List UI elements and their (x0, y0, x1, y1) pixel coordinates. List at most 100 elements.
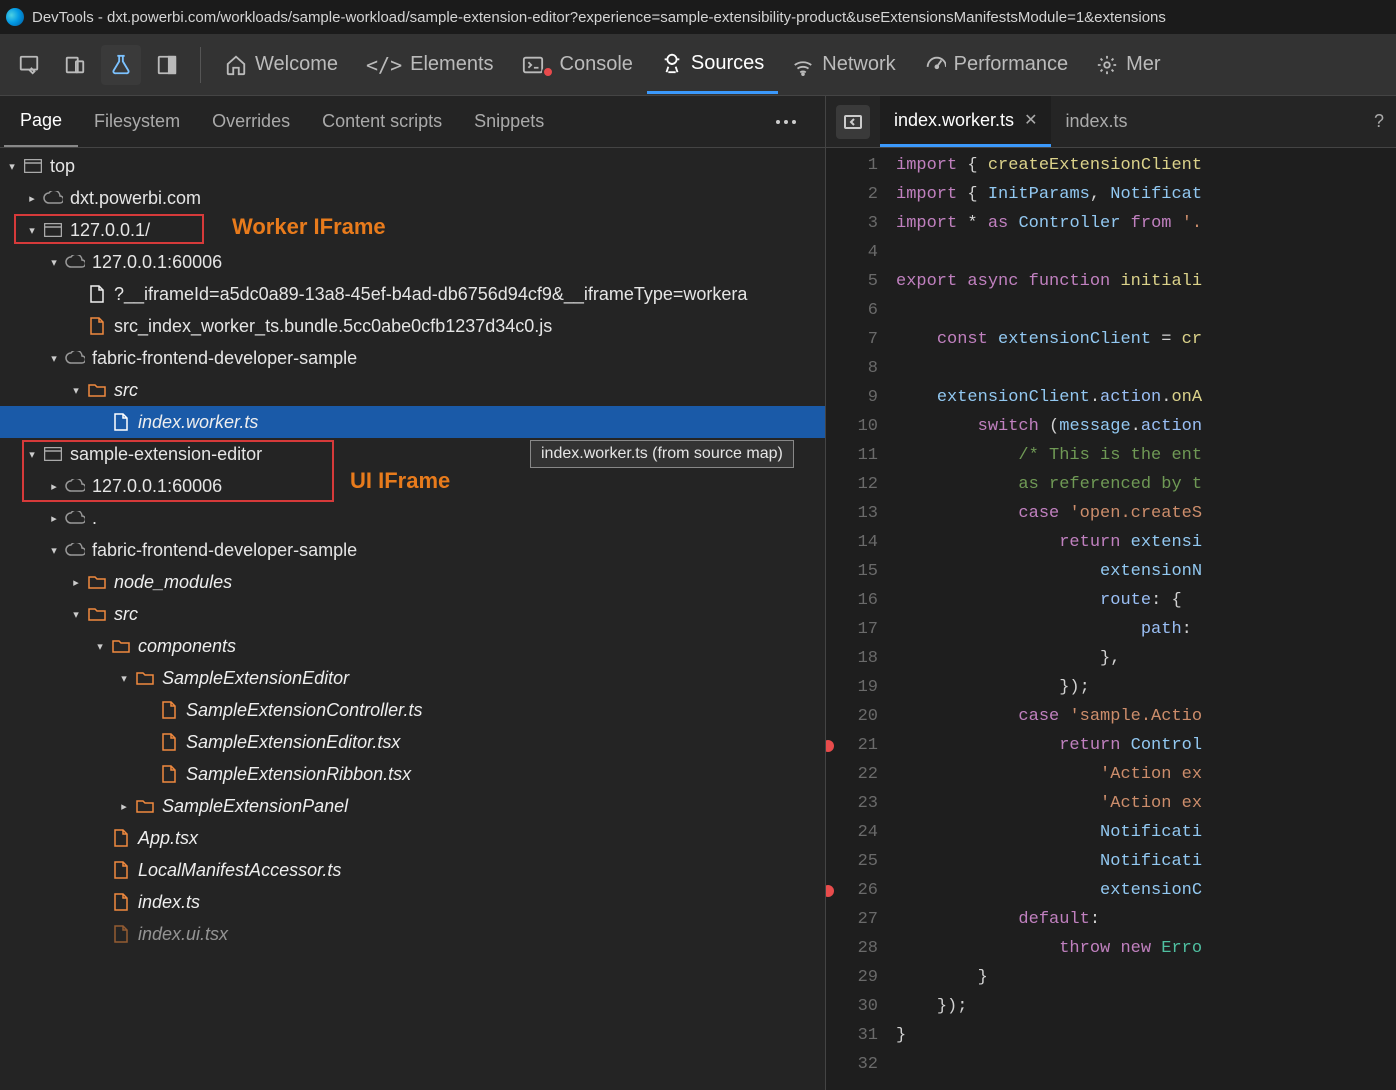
ts-file-icon (158, 731, 180, 753)
subtab-snippets[interactable]: Snippets (458, 96, 560, 147)
expand-arrow-icon[interactable] (46, 254, 62, 270)
tab-label: Sources (691, 52, 764, 75)
tab-label: Network (822, 53, 895, 76)
subtab-filesystem[interactable]: Filesystem (78, 96, 196, 147)
js-file-icon (86, 315, 108, 337)
edge-browser-icon (6, 8, 24, 26)
tree-item-worker-iframe-root[interactable]: 127.0.0.1/ (0, 214, 825, 246)
expand-arrow-icon[interactable] (46, 478, 62, 494)
folder-icon (110, 635, 132, 657)
expand-arrow-icon[interactable] (24, 222, 40, 238)
dock-side-icon[interactable] (147, 45, 187, 85)
tree-item[interactable]: index.ui.tsx (0, 918, 825, 950)
expand-arrow-icon[interactable] (116, 798, 132, 814)
tree-item[interactable]: index.ts (0, 886, 825, 918)
code-editor[interactable]: 1234 5678 9101112 13141516 17181920 2122… (826, 148, 1396, 1090)
editor-panel: index.worker.ts ✕ index.ts ? 1234 5678 9… (826, 96, 1396, 1090)
cloud-icon (64, 347, 86, 369)
expand-arrow-icon[interactable] (68, 606, 84, 622)
editor-overflow-icon[interactable]: ? (1362, 111, 1396, 132)
error-badge-icon (542, 66, 554, 78)
file-icon (110, 411, 132, 433)
tree-item[interactable]: dxt.powerbi.com (0, 182, 825, 214)
tab-welcome[interactable]: Welcome (211, 36, 352, 94)
expand-arrow-icon[interactable] (24, 446, 40, 462)
tab-label: Console (560, 53, 633, 76)
tab-console[interactable]: Console (508, 36, 647, 94)
sources-navigator: Page Filesystem Overrides Content script… (0, 96, 826, 1090)
experiments-icon[interactable] (101, 45, 141, 85)
subtab-overrides[interactable]: Overrides (196, 96, 306, 147)
expand-arrow-icon[interactable] (4, 158, 20, 174)
tab-label: Mer (1126, 53, 1160, 76)
tree-item[interactable]: 127.0.0.1:60006 (0, 246, 825, 278)
expand-arrow-icon[interactable] (24, 190, 40, 206)
tree-item[interactable]: node_modules (0, 566, 825, 598)
ts-file-icon (110, 923, 132, 945)
cloud-icon (64, 475, 86, 497)
tree-item[interactable]: fabric-frontend-developer-sample (0, 534, 825, 566)
tab-label: Performance (954, 53, 1069, 76)
tree-item[interactable]: src_index_worker_ts.bundle.5cc0abe0cfb12… (0, 310, 825, 342)
subtab-page[interactable]: Page (4, 96, 78, 147)
cloud-icon (64, 251, 86, 273)
expand-arrow-icon[interactable] (46, 510, 62, 526)
window-icon (42, 443, 64, 465)
expand-arrow-icon[interactable] (92, 638, 108, 654)
tab-elements[interactable]: </> Elements (352, 36, 508, 94)
tree-item[interactable]: SampleExtensionPanel (0, 790, 825, 822)
tree-item[interactable]: LocalManifestAccessor.ts (0, 854, 825, 886)
code-body[interactable]: import { createExtensionClient import { … (888, 148, 1396, 1090)
tree-item[interactable]: 127.0.0.1:60006 (0, 470, 825, 502)
tab-memory[interactable]: Mer (1082, 36, 1174, 94)
expand-arrow-icon[interactable] (46, 350, 62, 366)
tree-item[interactable]: SampleExtensionRibbon.tsx (0, 758, 825, 790)
tab-performance[interactable]: Performance (910, 36, 1083, 94)
cloud-icon (64, 507, 86, 529)
tree-item[interactable]: src (0, 598, 825, 630)
window-icon (22, 155, 44, 177)
tree-item[interactable]: ?__iframeId=a5dc0a89-13a8-45ef-b4ad-db67… (0, 278, 825, 310)
file-tree[interactable]: top dxt.powerbi.com 127.0.0.1/ 127.0.0.1… (0, 148, 825, 1090)
subtab-content-scripts[interactable]: Content scripts (306, 96, 458, 147)
tree-item[interactable]: SampleExtensionController.ts (0, 694, 825, 726)
editor-tab[interactable]: index.ts (1051, 96, 1141, 147)
tree-item[interactable]: SampleExtensionEditor (0, 662, 825, 694)
main-area: Page Filesystem Overrides Content script… (0, 96, 1396, 1090)
tree-item-selected[interactable]: index.worker.ts (0, 406, 825, 438)
window-icon (42, 219, 64, 241)
expand-arrow-icon[interactable] (68, 574, 84, 590)
navigate-back-icon[interactable] (836, 105, 870, 139)
tree-item[interactable]: SampleExtensionEditor.tsx (0, 726, 825, 758)
tree-item[interactable]: . (0, 502, 825, 534)
ts-file-icon (110, 827, 132, 849)
tree-item[interactable]: components (0, 630, 825, 662)
titlebar: DevTools - dxt.powerbi.com/workloads/sam… (0, 0, 1396, 34)
ts-file-icon (110, 859, 132, 881)
tab-label: Welcome (255, 53, 338, 76)
device-toggle-icon[interactable] (55, 45, 95, 85)
ts-file-icon (158, 763, 180, 785)
more-options-icon[interactable] (762, 120, 821, 124)
editor-tabs: index.worker.ts ✕ index.ts ? (826, 96, 1396, 148)
tree-item[interactable]: fabric-frontend-developer-sample (0, 342, 825, 374)
expand-arrow-icon[interactable] (68, 382, 84, 398)
inspect-element-icon[interactable] (9, 45, 49, 85)
tab-sources[interactable]: Sources (647, 36, 778, 94)
editor-tab-active[interactable]: index.worker.ts ✕ (880, 96, 1051, 147)
tree-item[interactable]: App.tsx (0, 822, 825, 854)
close-icon[interactable]: ✕ (1024, 110, 1037, 130)
tab-network[interactable]: Network (778, 36, 909, 94)
folder-icon (86, 603, 108, 625)
tab-label: Elements (410, 53, 493, 76)
folder-icon (86, 379, 108, 401)
ts-file-icon (110, 891, 132, 913)
line-gutter[interactable]: 1234 5678 9101112 13141516 17181920 2122… (826, 148, 888, 1090)
expand-arrow-icon[interactable] (116, 670, 132, 686)
ts-file-icon (158, 699, 180, 721)
sourcemap-tooltip: index.worker.ts (from source map) (530, 440, 794, 468)
tree-item-top[interactable]: top (0, 150, 825, 182)
devtools-toolbar: Welcome </> Elements Console Sources Net… (0, 34, 1396, 96)
tree-item[interactable]: src (0, 374, 825, 406)
expand-arrow-icon[interactable] (46, 542, 62, 558)
